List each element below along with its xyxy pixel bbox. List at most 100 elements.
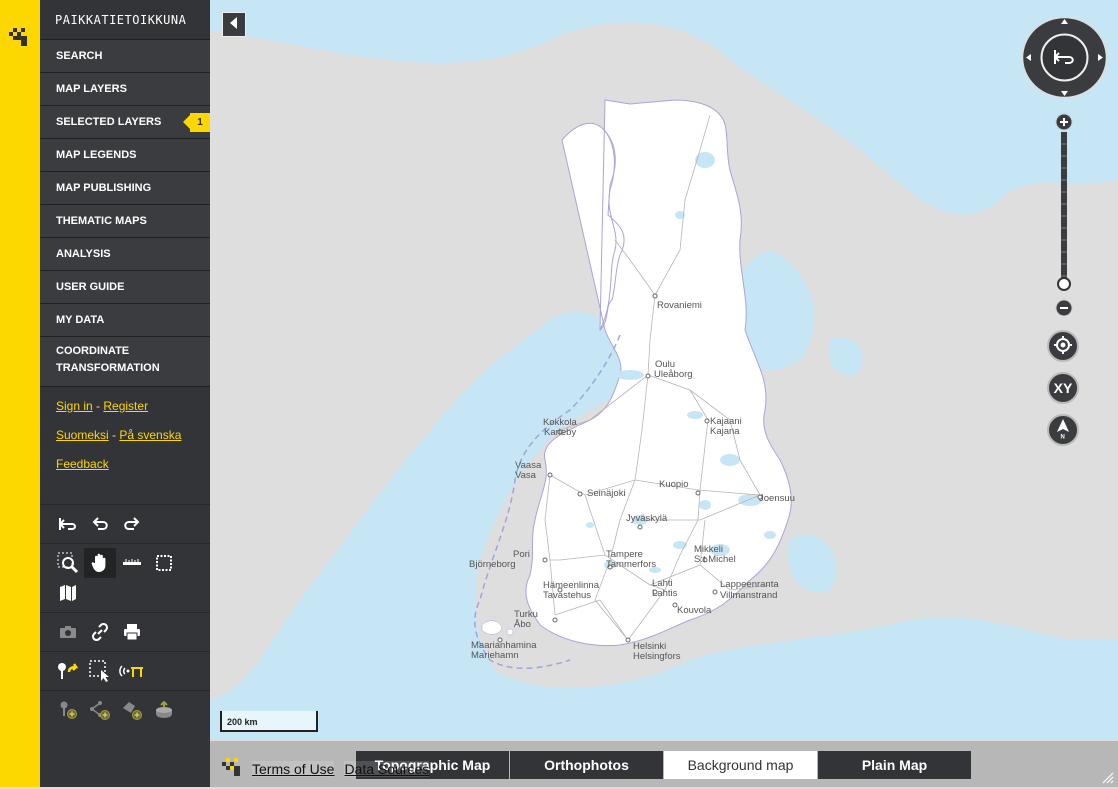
- swedish-language-link[interactable]: På svenska: [119, 428, 181, 442]
- svg-text:N: N: [1061, 434, 1065, 439]
- screenshot-camera-icon[interactable]: [52, 617, 84, 647]
- register-link[interactable]: Register: [103, 399, 148, 413]
- add-layer-icon: [148, 695, 180, 725]
- resize-grip-icon[interactable]: [1098, 768, 1114, 784]
- menu-label: THEMATIC MAPS: [56, 215, 147, 227]
- separator: -: [108, 428, 120, 442]
- place-label: Lappeenranta: [720, 579, 779, 590]
- place-label: Jyväskylä: [626, 513, 668, 524]
- menu-selected-layers[interactable]: SELECTED LAYERS 1: [40, 106, 210, 139]
- marker-add-icon[interactable]: [52, 656, 84, 686]
- menu-my-data[interactable]: MY DATA: [40, 304, 210, 337]
- my-location-button[interactable]: [1047, 330, 1079, 362]
- gps-signal-icon[interactable]: [116, 656, 148, 686]
- menu-map-legends[interactable]: MAP LEGENDS: [40, 139, 210, 172]
- basemap-label: Background map: [687, 757, 794, 773]
- place-label: Villmanstrand: [720, 590, 777, 601]
- menu-label: USER GUIDE: [56, 281, 125, 293]
- finnish-language-link[interactable]: Suomeksi: [56, 428, 109, 442]
- footer-logo-icon: [222, 756, 242, 781]
- lake-onega: [830, 337, 863, 376]
- feedback-link[interactable]: Feedback: [56, 457, 109, 471]
- menu-analysis[interactable]: ANALYSIS: [40, 238, 210, 271]
- place-label: Björneborg: [469, 559, 515, 570]
- toolbar: [40, 504, 210, 729]
- crosshair-icon: [1054, 335, 1072, 357]
- place-label: Uleåborg: [654, 369, 693, 380]
- place-label: Kuopio: [659, 479, 689, 490]
- menu-label: MAP LAYERS: [56, 83, 127, 95]
- zoom-box-icon[interactable]: [52, 548, 84, 578]
- basemap-orthophotos-button[interactable]: Orthophotos: [510, 751, 663, 779]
- basemap-label: Plain Map: [861, 757, 928, 773]
- print-icon[interactable]: [116, 617, 148, 647]
- place-label: Lahtis: [652, 588, 678, 599]
- place-label: Mariehamn: [471, 650, 519, 661]
- basemap-background-button[interactable]: Background map: [664, 751, 817, 779]
- account-links: Sign in - Register Suomeksi - På svenska…: [40, 387, 210, 484]
- map-canvas: Rovaniemi Oulu Uleåborg Kokkola Karleby …: [210, 0, 1118, 740]
- basemap-plain-button[interactable]: Plain Map: [818, 751, 971, 779]
- place-label: Kouvola: [677, 605, 712, 616]
- terms-of-use-link[interactable]: Terms of Use: [252, 760, 335, 777]
- measure-area-icon[interactable]: [148, 548, 180, 578]
- reset-view-icon[interactable]: [52, 509, 84, 539]
- menu-label: ANALYSIS: [56, 248, 111, 260]
- basemap-label: Orthophotos: [544, 757, 629, 773]
- selected-layers-count-badge: 1: [183, 113, 210, 132]
- place-label: S:t Michel: [694, 554, 736, 565]
- zoom-slider[interactable]: [1054, 112, 1074, 322]
- xy-label: XY: [1053, 380, 1073, 396]
- place-label: Åbo: [514, 619, 531, 630]
- place-label: Rovaniemi: [657, 300, 702, 311]
- scale-label: 200 km: [227, 717, 258, 727]
- footer-links: Terms of Use Data Sources: [222, 756, 430, 781]
- pan-control[interactable]: [1021, 16, 1108, 99]
- sidebar: PAIKKATIETOIKKUNA SEARCH MAP LAYERS SELE…: [40, 0, 210, 787]
- brand-stripe: [0, 0, 40, 787]
- undo-icon[interactable]: [84, 509, 116, 539]
- place-label: Helsingfors: [633, 651, 681, 662]
- menu-label: MY DATA: [56, 314, 105, 326]
- place-label: Vasa: [515, 470, 537, 481]
- place-label: Kajana: [710, 426, 740, 437]
- scale-bar: 200 km: [220, 711, 318, 732]
- chevron-left-icon: [230, 16, 238, 34]
- menu-label: MAP PUBLISHING: [56, 182, 152, 194]
- sign-in-link[interactable]: Sign in: [56, 399, 93, 413]
- menu-search[interactable]: SEARCH: [40, 40, 210, 73]
- menu-label: SEARCH: [56, 50, 103, 62]
- aland-islands: [481, 620, 519, 636]
- brand-title: PAIKKATIETOIKKUNA: [40, 0, 210, 40]
- menu-map-publishing[interactable]: MAP PUBLISHING: [40, 172, 210, 205]
- menu-coordinate-transformation[interactable]: COORDINATE TRANSFORMATION: [40, 337, 210, 387]
- add-area-icon: [116, 695, 148, 725]
- north-arrow-button[interactable]: N: [1047, 414, 1079, 446]
- redo-icon[interactable]: [116, 509, 148, 539]
- menu-thematic-maps[interactable]: THEMATIC MAPS: [40, 205, 210, 238]
- menu-label: TRANSFORMATION: [56, 362, 160, 374]
- measure-line-icon[interactable]: [116, 548, 148, 578]
- place-label: Pori: [513, 549, 530, 560]
- select-features-icon[interactable]: [84, 656, 116, 686]
- collapse-sidebar-button[interactable]: [222, 12, 246, 37]
- menu-label: SELECTED LAYERS: [56, 116, 162, 128]
- data-sources-link[interactable]: Data Sources: [344, 760, 430, 777]
- lake-ladoga: [788, 534, 837, 593]
- add-line-icon: [84, 695, 116, 725]
- menu-user-guide[interactable]: USER GUIDE: [40, 271, 210, 304]
- link-icon[interactable]: [84, 617, 116, 647]
- menu-label: MAP LEGENDS: [56, 149, 137, 161]
- map-book-icon[interactable]: [52, 578, 84, 608]
- coordinate-tool-button[interactable]: XY: [1047, 372, 1079, 404]
- north-arrow-icon: N: [1056, 418, 1070, 442]
- place-label: Tammerfors: [606, 559, 656, 570]
- pan-hand-icon[interactable]: [84, 548, 116, 578]
- logo-icon: [9, 26, 31, 53]
- menu-label: COORDINATE: [56, 345, 130, 357]
- place-label: Joensuu: [759, 493, 795, 504]
- map-view[interactable]: Rovaniemi Oulu Uleåborg Kokkola Karleby …: [210, 0, 1118, 787]
- separator: -: [92, 399, 104, 413]
- menu-map-layers[interactable]: MAP LAYERS: [40, 73, 210, 106]
- place-label: Seinäjoki: [587, 488, 626, 499]
